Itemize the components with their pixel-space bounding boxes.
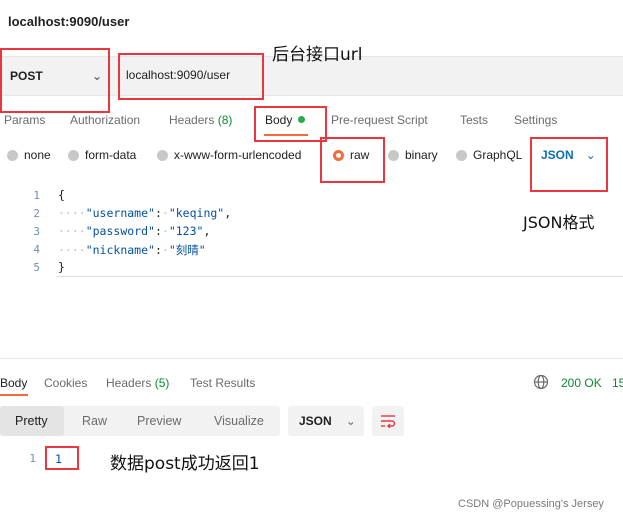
code-line-password[interactable]: ····"password":·"123",: [58, 224, 210, 238]
json-key: "username": [85, 206, 155, 220]
code-line-username[interactable]: ····"username":·"keqing",: [58, 206, 231, 220]
radio-graphql-label: GraphQL: [473, 148, 523, 162]
highlight-box-method: [0, 48, 110, 113]
tab-headers-count: (8): [217, 113, 233, 127]
modified-dot-icon: [298, 116, 306, 123]
radio-none[interactable]: none: [7, 148, 51, 162]
wrap-lines-icon: [381, 415, 396, 428]
line-number: 4: [33, 243, 40, 256]
view-mode-preview[interactable]: Preview: [137, 414, 181, 428]
body-format-label: JSON: [541, 148, 574, 162]
window-title: localhost:9090/user: [8, 14, 130, 29]
annotation-post-result: 数据post成功返回1: [110, 454, 260, 474]
tab-body-label: Body: [265, 113, 293, 127]
radio-none-label: none: [24, 148, 51, 162]
radio-urlencoded-label: x-www-form-urlencoded: [174, 148, 302, 162]
json-comma: ,: [224, 206, 232, 220]
tab-pre-request-script[interactable]: Pre-request Script: [331, 113, 428, 127]
response-tab-test-results[interactable]: Test Results: [190, 376, 255, 390]
status-code[interactable]: 200 OK: [561, 376, 602, 390]
line-number: 1: [33, 189, 40, 202]
chevron-down-icon: ⌄: [345, 414, 356, 428]
json-value: "刻晴": [168, 243, 206, 257]
annotation-json-format: JSON格式: [523, 213, 595, 232]
json-comma: ,: [203, 224, 211, 238]
response-tab-headers[interactable]: Headers (5): [106, 376, 169, 390]
chevron-down-icon: ⌄: [585, 148, 596, 162]
pane-divider[interactable]: [0, 358, 623, 359]
editor-divider: [56, 276, 623, 277]
tab-headers-label: Headers: [169, 113, 215, 127]
highlight-box-json: [530, 137, 608, 192]
tab-tests[interactable]: Tests: [460, 113, 488, 127]
active-response-tab-indicator: [0, 394, 28, 396]
view-mode-visualize[interactable]: Visualize: [214, 414, 264, 428]
annotation-backend-url: 后台接口url: [272, 45, 363, 65]
response-tab-headers-count: (5): [154, 376, 170, 390]
response-line-number: 1: [29, 452, 36, 465]
tab-params[interactable]: Params: [4, 113, 45, 127]
highlight-box-url: [118, 53, 264, 100]
radio-x-www-form-urlencoded[interactable]: x-www-form-urlencoded: [157, 148, 301, 162]
json-value: "123": [168, 224, 204, 238]
wrap-lines-button[interactable]: [372, 406, 404, 436]
radio-circle-icon: [456, 149, 467, 161]
json-key: "password": [85, 224, 155, 238]
radio-graphql[interactable]: GraphQL: [456, 148, 522, 162]
response-tab-cookies[interactable]: Cookies: [44, 376, 87, 390]
highlight-box-response: [45, 446, 79, 470]
radio-form-data[interactable]: form-data: [68, 148, 136, 162]
response-tab-body[interactable]: Body: [0, 376, 27, 390]
json-key: "nickname": [85, 243, 155, 257]
response-format-select[interactable]: JSON ⌄: [288, 406, 364, 436]
active-tab-indicator: [264, 134, 308, 136]
tab-body[interactable]: Body: [265, 113, 306, 127]
code-line-close-brace[interactable]: }: [58, 260, 65, 274]
json-value: "keqing": [168, 206, 225, 220]
tab-authorization[interactable]: Authorization: [70, 113, 140, 127]
radio-circle-icon: [388, 149, 399, 161]
code-line-nickname[interactable]: ····"nickname":·"刻晴": [58, 242, 206, 258]
radio-binary[interactable]: binary: [388, 148, 438, 162]
watermark: CSDN @Popuessing's Jersey: [458, 498, 604, 510]
radio-form-data-label: form-data: [85, 148, 137, 162]
tab-headers[interactable]: Headers (8): [169, 113, 232, 127]
response-value[interactable]: 1: [55, 452, 62, 466]
radio-circle-icon: [157, 149, 168, 161]
code-line-open-brace[interactable]: {: [58, 188, 65, 202]
radio-raw-label: raw: [350, 148, 370, 162]
line-number: 5: [33, 261, 40, 274]
line-number: 3: [33, 225, 40, 238]
view-mode-pretty[interactable]: Pretty: [15, 414, 48, 428]
radio-raw[interactable]: raw: [333, 148, 369, 162]
line-number: 2: [33, 207, 40, 220]
globe-icon[interactable]: [533, 374, 549, 393]
radio-selected-icon: [333, 149, 344, 161]
body-format-select[interactable]: JSON ⌄: [541, 148, 596, 162]
response-time[interactable]: 15: [612, 376, 623, 390]
radio-circle-icon: [68, 149, 79, 161]
tab-settings[interactable]: Settings: [514, 113, 557, 127]
response-format-label: JSON: [299, 414, 332, 428]
radio-circle-icon: [7, 149, 18, 161]
view-mode-raw[interactable]: Raw: [82, 414, 107, 428]
radio-binary-label: binary: [405, 148, 438, 162]
response-tab-headers-label: Headers: [106, 376, 152, 390]
